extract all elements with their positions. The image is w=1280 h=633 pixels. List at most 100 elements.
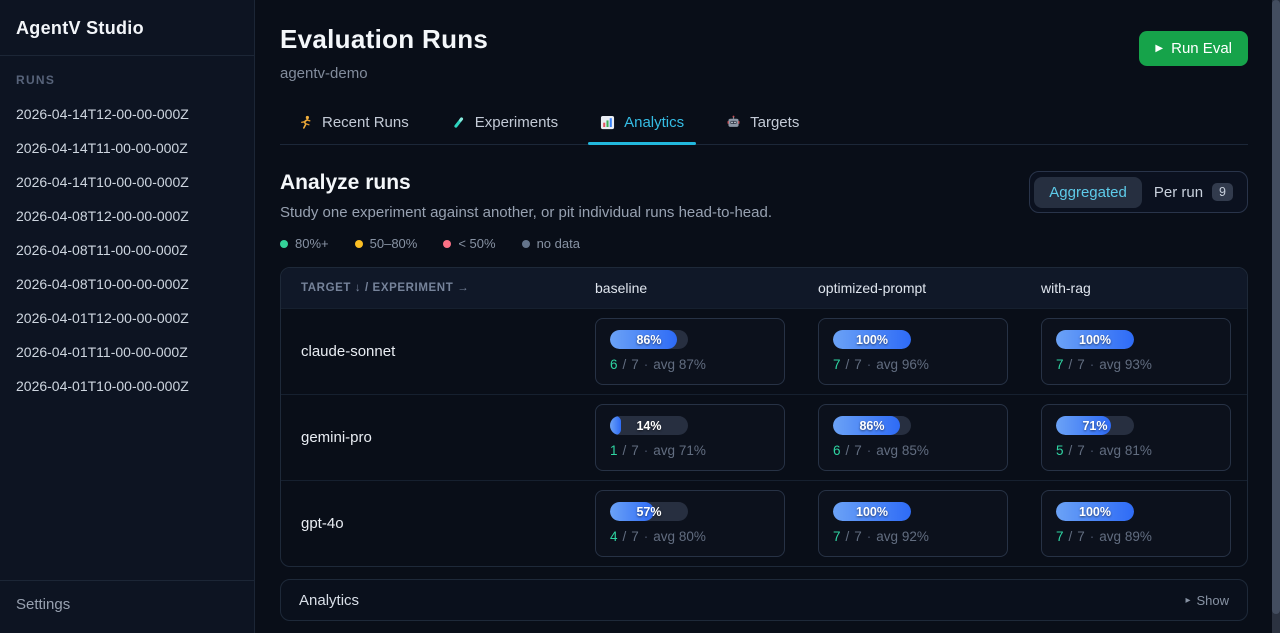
tab-label: Experiments [475,114,558,131]
pass-count: 7 [833,529,841,544]
score-pill: 100% [1056,502,1134,521]
score-stats: 1/7·avg 71% [610,443,770,458]
pass-count: 6 [833,443,841,458]
pass-count: 7 [833,357,841,372]
score-stats: 7/7·avg 93% [1056,357,1216,372]
run-eval-label: Run Eval [1171,40,1232,57]
sidebar-run-item[interactable]: 2026-04-08T12-00-00-000Z [0,199,254,233]
show-button[interactable]: ▸ Show [1185,593,1229,608]
tab-analytics[interactable]: Analytics [598,106,686,144]
score-stats: 5/7·avg 81% [1056,443,1216,458]
sidebar-run-item[interactable]: 2026-04-14T10-00-00-000Z [0,165,254,199]
scrollbar[interactable] [1272,0,1280,633]
score-card[interactable]: 71%5/7·avg 81% [1041,404,1231,471]
score-percent: 71% [1056,416,1134,435]
score-stats: 7/7·avg 89% [1056,529,1216,544]
tab-targets[interactable]: Targets [724,106,801,144]
table-row: claude-sonnet86%6/7·avg 87%100%7/7·avg 9… [281,308,1247,394]
experiment-column-header: with-rag [1041,280,1247,296]
sidebar-run-item[interactable]: 2026-04-08T10-00-00-000Z [0,267,254,301]
avg-score: avg 81% [1099,443,1152,458]
score-percent: 57% [610,502,688,521]
score-card[interactable]: 57% 4/7·avg 80% [595,490,785,557]
score-card[interactable]: 100% 7/7·avg 89% [1041,490,1231,557]
score-card[interactable]: 100% 7/7·avg 92% [818,490,1008,557]
total-count: 7 [854,443,862,458]
main-content: Evaluation Runs agentv-demo ▶ Run Eval R… [256,0,1272,633]
app-header: AgentV Studio [0,0,254,56]
avg-score: avg 87% [653,357,706,372]
avg-score: avg 93% [1099,357,1152,372]
tab-label: Targets [750,114,799,131]
fraction-slash: / [846,443,850,458]
sidebar-run-item[interactable]: 2026-04-01T10-00-00-000Z [0,369,254,403]
matrix-corner-label: TARGET ↓ / EXPERIMENT → [281,282,595,294]
score-card[interactable]: 14%1/7·avg 71% [595,404,785,471]
score-card[interactable]: 86%6/7·avg 85% [818,404,1008,471]
analyze-title: Analyze runs [280,171,772,195]
score-percent: 86% [610,330,688,349]
legend-label: < 50% [458,236,495,251]
legend-item: no data [522,236,580,251]
matrix-cell: 86%6/7·avg 85% [818,404,1041,471]
fraction-slash: / [1069,443,1073,458]
table-row: gpt-4o57%4/7·avg 80%100%7/7·avg 92%100%7… [281,480,1247,566]
matrix-cell: 86%6/7·avg 87% [595,318,818,385]
runs-section-label: RUNS [0,56,254,91]
legend-label: no data [537,236,580,251]
score-pill: 100% [1056,330,1134,349]
scrollbar-thumb[interactable] [1272,0,1280,614]
legend-item: < 50% [443,236,495,251]
target-label: gemini-pro [281,429,595,446]
score-percent: 100% [1056,330,1134,349]
avg-score: avg 71% [653,443,706,458]
score-card[interactable]: 100% 7/7·avg 93% [1041,318,1231,385]
score-stats: 7/7·avg 92% [833,529,993,544]
sidebar-run-item[interactable]: 2026-04-01T12-00-00-000Z [0,301,254,335]
sidebar-run-item[interactable]: 2026-04-01T11-00-00-000Z [0,335,254,369]
pass-count: 6 [610,357,618,372]
matrix-cell: 71%5/7·avg 81% [1041,404,1247,471]
score-card[interactable]: 100% 7/7·avg 96% [818,318,1008,385]
score-card[interactable]: 86%6/7·avg 87% [595,318,785,385]
dot-separator: · [1090,443,1095,458]
analyze-section-header: Analyze runs Study one experiment agains… [280,171,1248,221]
score-percent: 14% [610,416,688,435]
total-count: 7 [1077,443,1085,458]
analytics-panel-toggle[interactable]: Analytics ▸ Show [280,579,1248,621]
settings-label: Settings [16,596,70,613]
sidebar-run-item[interactable]: 2026-04-08T11-00-00-000Z [0,233,254,267]
total-count: 7 [1077,357,1085,372]
total-count: 7 [631,357,639,372]
toggle-per-run[interactable]: Per run 9 [1142,176,1243,208]
results-matrix: TARGET ↓ / EXPERIMENT → baselineoptimize… [280,267,1248,567]
legend-dot-icon [355,240,363,248]
matrix-cell: 100% 7/7·avg 92% [818,490,1041,557]
sidebar-run-item[interactable]: 2026-04-14T12-00-00-000Z [0,97,254,131]
sidebar: AgentV Studio RUNS 2026-04-14T12-00-00-0… [0,0,255,633]
legend-dot-icon [443,240,451,248]
tab-experiments[interactable]: Experiments [449,106,560,144]
matrix-cell: 100% 7/7·avg 93% [1041,318,1247,385]
sidebar-run-item[interactable]: 2026-04-14T11-00-00-000Z [0,131,254,165]
matrix-header: TARGET ↓ / EXPERIMENT → baselineoptimize… [281,268,1247,308]
toggle-aggregated[interactable]: Aggregated [1034,177,1142,208]
legend-dot-icon [522,240,530,248]
app-title: AgentV Studio [16,18,238,39]
play-icon: ▶ [1155,44,1163,54]
matrix-cell: 57% 4/7·avg 80% [595,490,818,557]
score-pill: 100% [833,502,911,521]
score-percent: 100% [833,330,911,349]
score-pill: 71% [1056,416,1134,435]
sidebar-item-settings[interactable]: Settings [0,580,254,633]
total-count: 7 [631,443,639,458]
legend-item: 80%+ [280,236,329,251]
legend-dot-icon [280,240,288,248]
dot-separator: · [1090,529,1095,544]
score-stats: 4/7·avg 80% [610,529,770,544]
score-stats: 7/7·avg 96% [833,357,993,372]
tab-recent-runs[interactable]: Recent Runs [296,106,411,144]
score-pill: 57% [610,502,688,521]
fraction-slash: / [623,443,627,458]
run-eval-button[interactable]: ▶ Run Eval [1139,31,1248,66]
